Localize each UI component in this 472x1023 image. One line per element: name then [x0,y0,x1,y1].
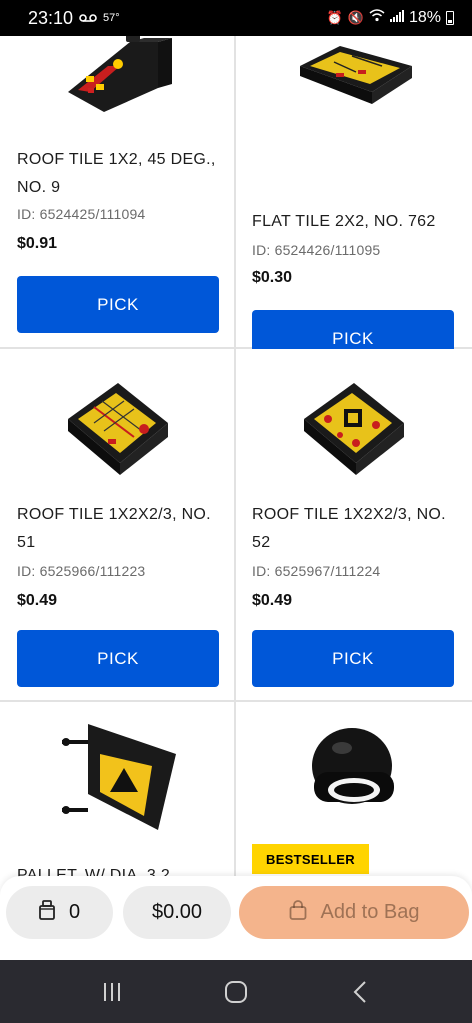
roof-tile-image[interactable] [60,36,180,116]
product-id: ID: 6525966/111223 [17,563,146,579]
brick-icon [39,899,55,926]
battery-icon [446,11,454,25]
pick-button[interactable]: PICK [17,276,219,333]
back-icon[interactable] [340,972,380,1012]
product-id: ID: 6524425/111094 [17,206,146,222]
pick-button[interactable]: PICK [252,630,454,687]
roof-tile-image[interactable] [64,379,174,479]
product-price: $0.49 [17,592,58,609]
recent-apps-icon[interactable] [92,972,132,1012]
add-to-bag-label: Add to Bag [320,901,420,923]
product-price: $0.49 [252,592,293,609]
product-name[interactable]: FLAT TILE 2X2, NO. 762 [252,208,452,236]
alarm-icon: ⏰ [326,10,343,25]
product-id: ID: 6525967/111224 [252,563,381,579]
temperature: 57° [103,12,120,24]
product-grid[interactable]: ROOF TILE 1X2, 45 DEG., NO. 9 ID: 652442… [0,36,472,960]
voicemail-icon [79,11,97,26]
product-card[interactable]: ROOF TILE 1X2, 45 DEG., NO. 9 ID: 652442… [0,36,234,347]
navigation-bar [0,960,472,1023]
battery-percent: 18% [408,9,441,26]
wifi-icon [369,9,385,27]
pallet-image[interactable] [60,720,180,836]
helmet-image[interactable] [306,726,402,816]
status-bar: 23:10 57° ⏰ 🔇 18% [0,0,472,36]
product-id: ID: 6524426/111095 [252,242,381,258]
product-name[interactable]: ROOF TILE 1X2, 45 DEG., NO. 9 [17,146,217,202]
pick-button[interactable]: PICK [17,630,219,687]
total-price: $0.00 [123,886,231,939]
status-time: 23:10 [28,7,74,28]
flat-tile-image[interactable] [296,40,416,110]
product-card[interactable]: ROOF TILE 1X2X2/3, NO. 52 ID: 6525967/11… [236,349,472,700]
shopping-bag-icon [289,899,307,926]
quantity-value: 0 [68,901,81,923]
home-icon[interactable] [216,972,256,1012]
quantity-stepper[interactable]: 0 [6,886,113,939]
signal-icon [389,9,404,27]
product-name[interactable]: ROOF TILE 1X2X2/3, NO. 51 [17,501,217,557]
product-card[interactable]: FLAT TILE 2X2, NO. 762 ID: 6524426/11109… [236,36,472,367]
product-price: $0.91 [17,235,58,252]
product-card[interactable]: ROOF TILE 1X2X2/3, NO. 51 ID: 6525966/11… [0,349,234,700]
add-to-bag-button[interactable]: Add to Bag [239,886,469,939]
bestseller-badge: BESTSELLER [252,844,369,874]
mute-icon: 🔇 [347,10,364,25]
add-to-bag-bar: 0 $0.00 Add to Bag [0,876,472,960]
roof-tile-image[interactable] [300,379,410,479]
product-price: $0.30 [252,269,293,286]
product-name[interactable]: ROOF TILE 1X2X2/3, NO. 52 [252,501,452,557]
